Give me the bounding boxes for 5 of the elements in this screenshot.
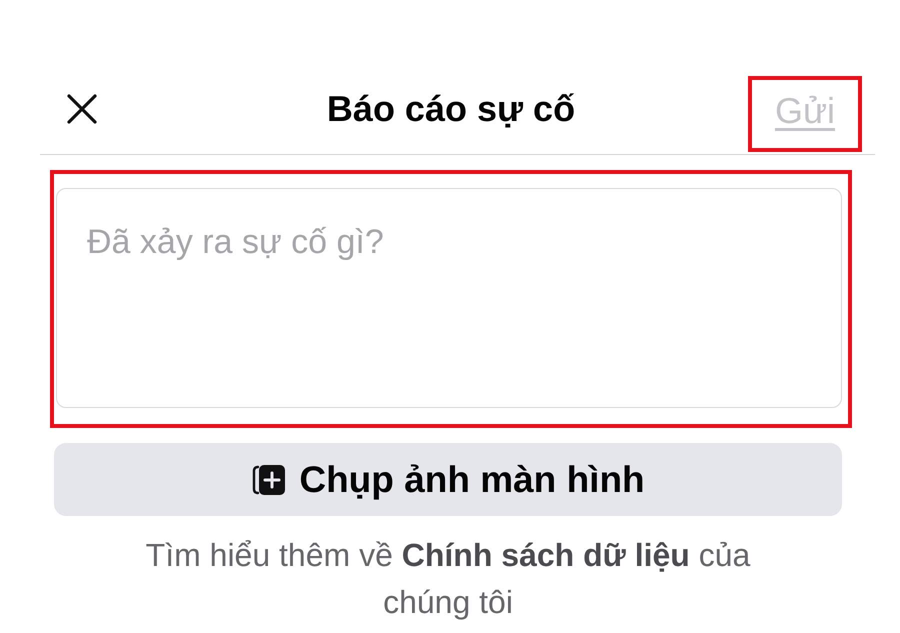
screenshot-button[interactable]: Chụp ảnh màn hình <box>54 443 842 516</box>
close-icon[interactable] <box>66 93 98 125</box>
data-policy-note: Tìm hiểu thêm về Chính sách dữ liệu của chúng tôi <box>144 536 752 622</box>
description-field[interactable]: Đã xảy ra sự cố gì? <box>56 188 842 408</box>
dialog-title: Báo cáo sự cố <box>326 88 576 131</box>
